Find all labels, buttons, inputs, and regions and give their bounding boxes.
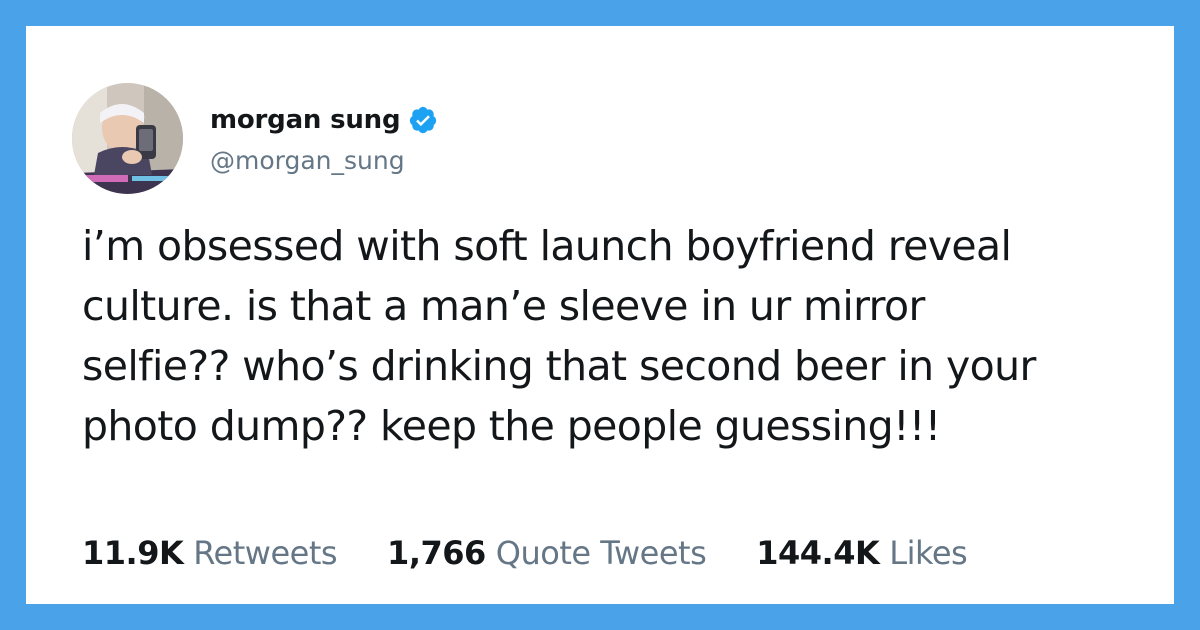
tweet-stats: 11.9K Retweets 1,766 Quote Tweets 144.4K… [82, 532, 968, 574]
quote-tweets-count: 1,766 [387, 534, 486, 572]
tweet-text: i’m obsessed with soft launch boyfriend … [82, 222, 1036, 450]
likes-stat[interactable]: 144.4K Likes [756, 534, 967, 572]
likes-count: 144.4K [756, 534, 880, 572]
verified-badge-icon [408, 105, 438, 135]
retweets-stat[interactable]: 11.9K Retweets [82, 534, 338, 572]
retweets-label: Retweets [193, 534, 338, 572]
quote-tweets-stat[interactable]: 1,766 Quote Tweets [387, 534, 707, 572]
retweets-count: 11.9K [82, 534, 184, 572]
tweet-card: morgan sung @morgan_sung i’m obsessed wi… [26, 26, 1174, 604]
quote-tweets-label: Quote Tweets [495, 534, 707, 572]
avatar[interactable] [72, 83, 183, 194]
author-display-name[interactable]: morgan sung [210, 105, 401, 135]
avatar-photo [72, 83, 183, 194]
author-name-row: morgan sung [210, 100, 438, 140]
likes-label: Likes [889, 534, 968, 572]
author-handle[interactable]: @morgan_sung [210, 146, 405, 175]
